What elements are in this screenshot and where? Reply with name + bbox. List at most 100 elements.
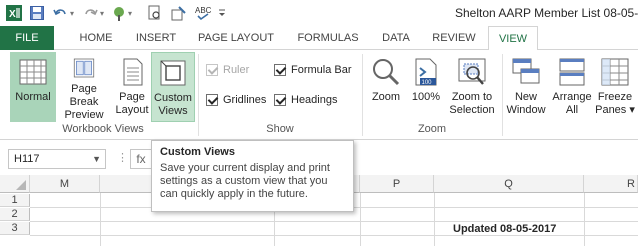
freeze-panes-icon <box>601 58 629 86</box>
formula-bar-checkbox[interactable]: Formula Bar <box>274 64 352 76</box>
svg-text:▾: ▾ <box>100 9 104 18</box>
arrange-all-icon <box>559 58 585 86</box>
svg-text:ABC: ABC <box>195 6 211 15</box>
ribbon-tab-bar: FILE HOME INSERT PAGE LAYOUT FORMULAS DA… <box>0 26 638 51</box>
gridlines-checkbox[interactable]: Gridlines <box>206 94 266 106</box>
column-header-m[interactable]: M <box>30 175 100 193</box>
ruler-checkbox[interactable]: Ruler <box>206 64 249 76</box>
name-box[interactable]: H117 ▼ <box>8 149 106 169</box>
save-icon[interactable] <box>28 3 46 23</box>
customize-qat-icon[interactable] <box>216 3 228 23</box>
column-header-p[interactable]: P <box>360 175 434 193</box>
svg-text:▾: ▾ <box>128 9 132 18</box>
touch-mode-icon[interactable] <box>170 3 188 23</box>
excel-logo-icon: X <box>6 3 22 23</box>
redo-icon[interactable]: ▾ <box>82 3 110 23</box>
tab-file[interactable]: FILE <box>0 26 54 50</box>
tooltip-body: Save your current display and print sett… <box>160 162 330 200</box>
spelling-icon[interactable]: ABC <box>194 3 212 23</box>
svg-text:▾: ▾ <box>70 9 74 18</box>
gridlines-label: Gridlines <box>223 94 267 106</box>
tab-formulas[interactable]: FORMULAS <box>288 26 368 50</box>
tab-data[interactable]: DATA <box>374 26 418 50</box>
fx-label: fx <box>136 152 146 166</box>
custom-views-label-2: Views <box>158 105 188 117</box>
gridline <box>100 193 101 246</box>
column-header-r[interactable]: R <box>584 175 638 193</box>
page-layout-label: Page <box>119 91 145 103</box>
freeze-panes-label-2: Panes ▾ <box>595 104 635 116</box>
svg-text:X: X <box>9 9 16 20</box>
tab-insert[interactable]: INSERT <box>128 26 184 50</box>
custom-views-label: Custom <box>154 92 192 104</box>
normal-view-label: Normal <box>15 91 51 103</box>
zoom-group-label: Zoom <box>417 123 447 135</box>
gridline <box>30 235 638 236</box>
gridline <box>434 193 435 246</box>
zoom-to-selection-label-2: Selection <box>449 104 495 116</box>
title-bar: X ▾ ▾ ▾ ABC Shelton AARP Member List 08-… <box>0 0 638 26</box>
tab-home[interactable]: HOME <box>66 26 126 50</box>
workbook-views-group-label: Workbook Views <box>62 123 144 135</box>
freeze-panes-label: Freeze <box>597 91 633 103</box>
zoom-to-selection-icon <box>458 58 486 85</box>
drag-handle-icon[interactable]: ⋮ <box>117 151 128 164</box>
arrange-all-button[interactable]: Arrange All <box>550 52 594 122</box>
formula-bar-label: Formula Bar <box>291 64 352 76</box>
chevron-down-icon[interactable]: ▼ <box>92 150 101 168</box>
paint-icon[interactable]: ▾ <box>112 3 138 23</box>
custom-views-icon <box>160 60 186 86</box>
group-divider <box>198 54 199 136</box>
tooltip-title: Custom Views <box>160 146 235 158</box>
headings-label: Headings <box>291 94 338 106</box>
name-box-value: H117 <box>14 153 40 165</box>
row-header-3[interactable]: 3 <box>0 222 30 235</box>
gridline <box>584 193 585 246</box>
new-window-button[interactable]: New Window <box>504 52 548 122</box>
zoom-100-button[interactable]: 100 100% <box>408 52 444 122</box>
magnifier-icon <box>373 59 400 86</box>
page-break-preview-icon <box>73 58 95 78</box>
window-title: Shelton AARP Member List 08-05- <box>455 6 638 20</box>
insert-function-button[interactable]: fx <box>130 149 152 169</box>
ruler-label: Ruler <box>223 64 250 76</box>
ribbon-view: Normal Page Break Preview Page Layout Cu… <box>0 50 638 140</box>
page-break-preview-label: Page Break <box>69 83 99 108</box>
zoom-button[interactable]: Zoom <box>366 52 406 122</box>
arrange-all-label-2: All <box>565 104 579 116</box>
gridline <box>360 193 361 246</box>
gridlines-check-mark <box>206 94 218 106</box>
gridline <box>30 221 638 222</box>
row-header-2[interactable]: 2 <box>0 208 30 221</box>
normal-view-icon <box>19 59 47 85</box>
new-window-icon <box>512 58 540 84</box>
tab-review[interactable]: REVIEW <box>424 26 484 50</box>
headings-checkbox[interactable]: Headings <box>274 94 337 106</box>
print-preview-icon[interactable] <box>146 3 164 23</box>
zoom-to-selection-button[interactable]: Zoom to Selection <box>446 52 498 122</box>
tab-view[interactable]: VIEW <box>488 26 538 51</box>
group-divider <box>362 54 363 136</box>
page-break-preview-button[interactable]: Page Break Preview <box>56 52 112 122</box>
freeze-panes-button[interactable]: Freeze Panes ▾ <box>594 52 636 122</box>
cell-q3[interactable]: Updated 08-05-2017 <box>453 223 556 235</box>
new-window-label: New <box>514 91 537 103</box>
ruler-check-mark <box>206 64 218 76</box>
page-layout-view-button[interactable]: Page Layout <box>114 52 150 122</box>
page-break-preview-label-2: Preview <box>64 109 104 121</box>
show-group-label: Show <box>266 123 294 135</box>
undo-icon[interactable]: ▾ <box>52 3 80 23</box>
custom-views-tooltip: Custom Views Save your current display a… <box>151 140 354 212</box>
arrange-all-label: Arrange <box>552 91 592 103</box>
page-layout-icon <box>123 58 143 86</box>
zoom-label: Zoom <box>371 91 401 103</box>
normal-view-button[interactable]: Normal <box>10 52 56 122</box>
custom-views-button[interactable]: Custom Views <box>151 52 195 122</box>
tab-page-layout[interactable]: PAGE LAYOUT <box>190 26 282 50</box>
select-all-corner[interactable] <box>0 175 30 193</box>
row-header-1[interactable]: 1 <box>0 194 30 207</box>
formula-bar-check-mark <box>274 64 286 76</box>
group-divider <box>502 54 503 136</box>
zoom-to-selection-label: Zoom to <box>451 91 493 103</box>
column-header-q[interactable]: Q <box>434 175 584 193</box>
